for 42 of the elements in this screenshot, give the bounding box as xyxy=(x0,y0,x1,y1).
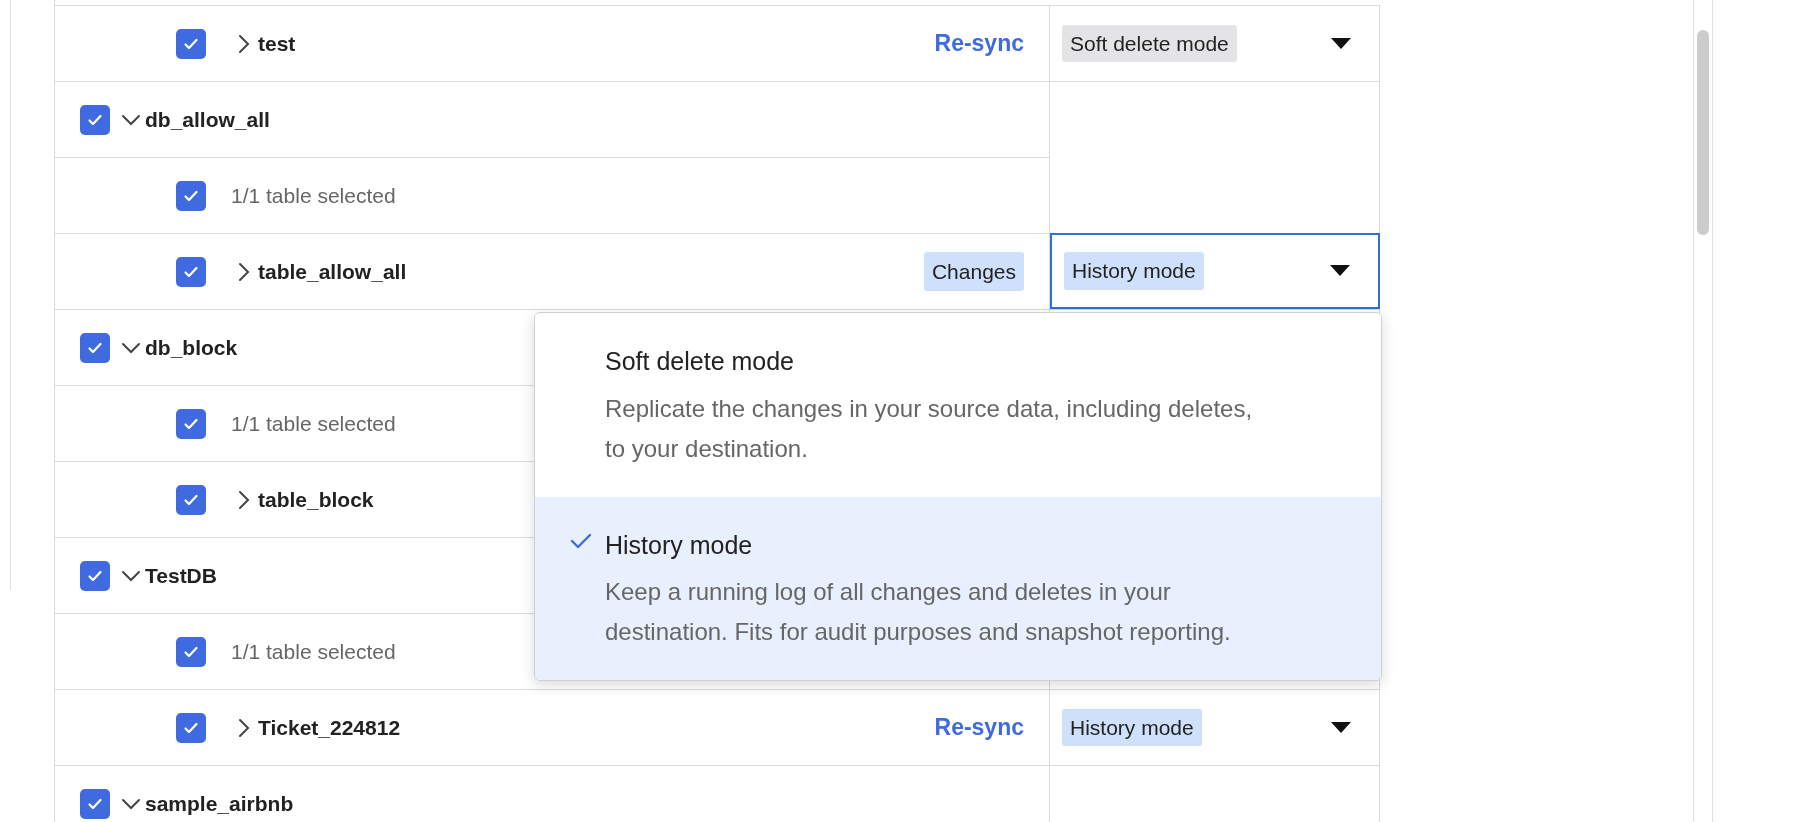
checkbox[interactable] xyxy=(176,256,206,287)
table-name: test xyxy=(258,30,296,57)
option-title: History mode xyxy=(605,529,754,561)
checkbox[interactable] xyxy=(176,712,206,743)
selection-summary: 1/1 table selected xyxy=(231,638,396,665)
checkbox[interactable] xyxy=(80,104,110,135)
changes-badge: Changes xyxy=(923,251,1024,292)
checkbox[interactable] xyxy=(176,180,206,211)
dropdown-caret-icon xyxy=(1331,37,1351,50)
menu-option[interactable]: Soft delete mode Replicate the changes in your source data, including deletes, to your destination. xyxy=(535,313,1381,497)
database-name: db_allow_all xyxy=(145,106,270,133)
option-description: Replicate the changes in your source data, including deletes, to your destination. xyxy=(605,393,1254,464)
selection-summary: 1/1 table selected xyxy=(231,410,396,437)
table-name: table_block xyxy=(258,486,374,513)
checkmark-icon xyxy=(570,532,592,549)
table-name: table_allow_all xyxy=(258,258,407,285)
database-name: TestDB xyxy=(145,562,217,589)
dropdown-caret-icon xyxy=(1331,721,1351,734)
checkbox[interactable] xyxy=(80,332,110,363)
checkbox[interactable] xyxy=(176,28,206,59)
checkbox[interactable] xyxy=(176,484,206,515)
menu-option[interactable]: History mode Keep a running log of all changes and deletes in your destination. Fits for audit purposes and snapshot reporting. xyxy=(535,496,1381,680)
mode-tag: History mode xyxy=(1064,252,1204,290)
resync-link[interactable]: Re-sync xyxy=(934,26,1024,61)
mode-tag: History mode xyxy=(1062,708,1202,747)
table-name: Ticket_224812 xyxy=(258,714,401,741)
checkbox[interactable] xyxy=(80,560,110,591)
checkbox[interactable] xyxy=(176,636,206,667)
option-title: Soft delete mode xyxy=(605,346,795,377)
dropdown-caret-icon xyxy=(1330,265,1350,277)
selection-summary: 1/1 table selected xyxy=(231,182,396,209)
mode-tag: Soft delete mode xyxy=(1062,24,1237,63)
resync-link[interactable]: Re-sync xyxy=(934,710,1024,745)
option-description: Keep a running log of all changes and deletes in your destination. Fits for audit purposes and snapshot reporting. xyxy=(605,577,1232,647)
checkbox[interactable] xyxy=(176,408,206,439)
sync-mode-select[interactable]: History mode xyxy=(1050,689,1380,765)
database-name: sample_airbnb xyxy=(145,790,294,817)
sync-mode-select[interactable]: Soft delete mode xyxy=(1050,5,1380,81)
scrollbar-thumb[interactable] xyxy=(1697,30,1709,235)
database-name: db_block xyxy=(145,334,238,361)
sync-mode-select[interactable]: History mode xyxy=(1050,233,1380,309)
checkbox[interactable] xyxy=(80,788,110,819)
